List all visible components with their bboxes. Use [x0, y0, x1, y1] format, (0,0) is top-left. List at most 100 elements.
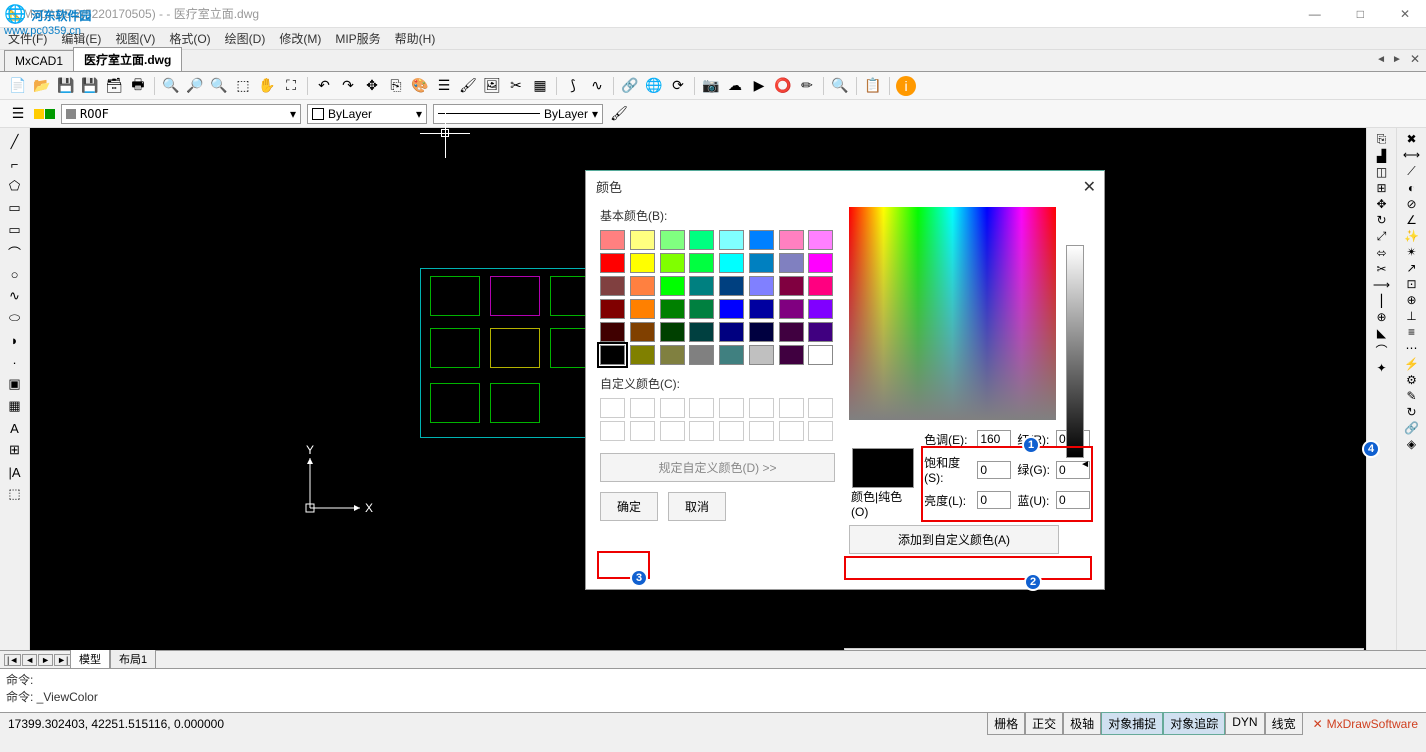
hatch-icon[interactable]: ▦: [530, 76, 550, 96]
basic-color-swatch[interactable]: [600, 299, 625, 319]
basic-color-swatch[interactable]: [808, 345, 833, 365]
ord-icon[interactable]: ⊥: [1406, 309, 1416, 323]
add-custom-color-button[interactable]: 添加到自定义颜色(A): [849, 525, 1059, 554]
basic-color-swatch[interactable]: [600, 253, 625, 273]
move-icon[interactable]: ✥: [362, 76, 382, 96]
basic-color-swatch[interactable]: [689, 299, 714, 319]
basic-color-swatch[interactable]: [808, 230, 833, 250]
status-lwt[interactable]: 线宽: [1265, 712, 1303, 735]
custom-color-slot[interactable]: [660, 398, 685, 418]
tolerance-icon[interactable]: ⊡: [1406, 277, 1416, 291]
zoomout-icon[interactable]: 🔍: [209, 76, 229, 96]
layer-states-icon[interactable]: [34, 109, 55, 119]
refresh-icon[interactable]: ⟳: [668, 76, 688, 96]
custom-color-slot[interactable]: [719, 421, 744, 441]
layer-name-input[interactable]: [80, 107, 290, 121]
offset-icon[interactable]: ◫: [1376, 165, 1387, 179]
break-icon[interactable]: ⎮: [1378, 294, 1384, 308]
menu-modify[interactable]: 修改(M): [279, 30, 321, 47]
snap-icon[interactable]: ◈: [1407, 437, 1416, 451]
rect2-tool-icon[interactable]: ▭: [4, 220, 26, 240]
dim-radius-icon[interactable]: ◐: [1408, 181, 1415, 195]
saveall-icon[interactable]: 🗃: [104, 76, 124, 96]
circle-tool-icon[interactable]: ○: [4, 264, 26, 284]
ok-button[interactable]: 确定: [600, 492, 658, 521]
basic-color-swatch[interactable]: [719, 230, 744, 250]
star-icon[interactable]: ✴: [1406, 245, 1416, 259]
custom-color-slot[interactable]: [689, 421, 714, 441]
basic-color-swatch[interactable]: [689, 230, 714, 250]
copy-icon[interactable]: ⎘: [1377, 132, 1387, 147]
chevron-down-icon[interactable]: ▾: [592, 107, 598, 121]
basic-color-swatch[interactable]: [749, 299, 774, 319]
mtext-tool-icon[interactable]: |A: [4, 462, 26, 482]
move-icon[interactable]: ✥: [1376, 197, 1386, 211]
erase-icon[interactable]: ✖: [1406, 132, 1416, 146]
basic-color-swatch[interactable]: [689, 322, 714, 342]
basic-color-swatch[interactable]: [719, 253, 744, 273]
extend-icon[interactable]: ⟶: [1373, 278, 1390, 292]
ellipse-tool-icon[interactable]: ⬭: [4, 308, 26, 328]
sparkle-icon[interactable]: ✨: [1404, 229, 1419, 243]
globe-icon[interactable]: 🌐: [644, 76, 664, 96]
link-icon[interactable]: 🔗: [620, 76, 640, 96]
basic-color-swatch[interactable]: [660, 276, 685, 296]
curve-icon[interactable]: ∿: [587, 76, 607, 96]
basic-color-swatch[interactable]: [630, 230, 655, 250]
chevron-down-icon[interactable]: ▾: [290, 107, 296, 121]
array-icon[interactable]: ⊞: [1376, 181, 1386, 195]
fillet-icon[interactable]: ⌒: [1375, 342, 1387, 359]
hatch-tool-icon[interactable]: ▦: [4, 396, 26, 416]
custom-color-slot[interactable]: [779, 398, 804, 418]
ellarc-tool-icon[interactable]: ◗: [4, 330, 26, 350]
explode-icon[interactable]: ✦: [1376, 361, 1386, 375]
arc-tool-icon[interactable]: ⌒: [4, 242, 26, 262]
status-grid[interactable]: 栅格: [987, 712, 1025, 735]
brush-icon[interactable]: 🖌: [458, 76, 478, 96]
custom-color-slot[interactable]: [808, 398, 833, 418]
basic-color-swatch[interactable]: [689, 345, 714, 365]
basic-color-swatch[interactable]: [749, 322, 774, 342]
zoomext-icon[interactable]: ⛶: [281, 76, 301, 96]
basic-color-swatch[interactable]: [719, 276, 744, 296]
layout-nav-first[interactable]: |◄: [4, 654, 21, 666]
pencil-icon[interactable]: ✏: [797, 76, 817, 96]
line-tool-icon[interactable]: ╱: [4, 132, 26, 152]
continue-icon[interactable]: ⋯: [1406, 341, 1418, 355]
override-icon[interactable]: ✎: [1406, 389, 1416, 403]
basic-color-swatch[interactable]: [689, 276, 714, 296]
copy-icon[interactable]: ⎘: [386, 76, 406, 96]
undo-icon[interactable]: ↶: [314, 76, 334, 96]
color-spectrum[interactable]: [849, 207, 1056, 420]
tab-prev[interactable]: ◄: [1374, 54, 1388, 65]
note-icon[interactable]: 📋: [863, 76, 883, 96]
basic-color-swatch[interactable]: [808, 276, 833, 296]
basic-color-swatch[interactable]: [749, 276, 774, 296]
join-icon[interactable]: ⊕: [1376, 310, 1386, 324]
doc-tab-1[interactable]: MxCAD1: [4, 50, 74, 71]
center-icon[interactable]: ⊕: [1406, 293, 1416, 307]
menu-draw[interactable]: 绘图(D): [225, 30, 266, 47]
zoomin-icon[interactable]: 🔎: [185, 76, 205, 96]
minimize-button[interactable]: —: [1301, 7, 1329, 21]
dim-diameter-icon[interactable]: ⊘: [1406, 197, 1416, 211]
crop-icon[interactable]: ✂: [506, 76, 526, 96]
basic-color-swatch[interactable]: [630, 345, 655, 365]
status-otrack[interactable]: 对象追踪: [1163, 712, 1225, 735]
basic-color-swatch[interactable]: [749, 230, 774, 250]
custom-color-slot[interactable]: [719, 398, 744, 418]
rotate-icon[interactable]: ↻: [1376, 213, 1386, 227]
basic-color-swatch[interactable]: [808, 253, 833, 273]
basic-color-swatch[interactable]: [600, 276, 625, 296]
leader-icon[interactable]: ↗: [1406, 261, 1416, 275]
layer-combo[interactable]: ▾: [61, 104, 301, 124]
point-tool-icon[interactable]: ·: [4, 352, 26, 372]
custom-color-slot[interactable]: [600, 398, 625, 418]
layout-nav-next[interactable]: ►: [38, 654, 53, 666]
pan-icon[interactable]: ✋: [257, 76, 277, 96]
luminosity-bar[interactable]: [1066, 245, 1084, 458]
zoom-icon[interactable]: 🔍: [161, 76, 181, 96]
reassoc-icon[interactable]: 🔗: [1404, 421, 1419, 435]
basic-color-swatch[interactable]: [719, 299, 744, 319]
linetype-combo[interactable]: ByLayer ▾: [433, 104, 603, 124]
